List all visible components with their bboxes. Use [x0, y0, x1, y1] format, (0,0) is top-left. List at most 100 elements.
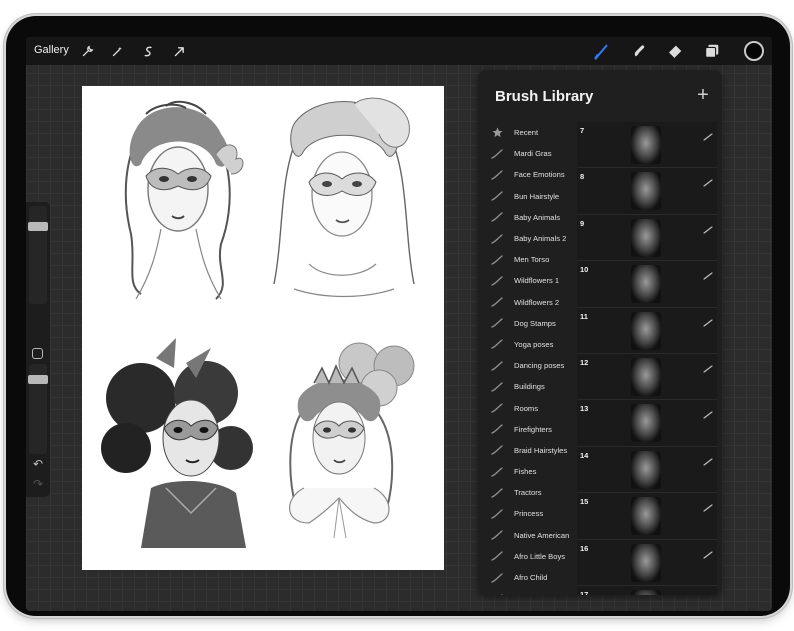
brush-stroke-icon [703, 221, 713, 234]
brush-list: 7 8 9 10 11 12 13 14 15 16 17 [577, 122, 717, 595]
brush-stamp-preview [631, 404, 661, 443]
undo-icon[interactable]: ↶ [30, 457, 46, 473]
top-toolbar: Gallery [26, 37, 772, 65]
brush-set-item[interactable]: Yoga poses [478, 334, 576, 355]
brush-set-item[interactable]: Buildings [478, 376, 576, 397]
brush-stamp-preview [631, 126, 661, 164]
brush-set-item[interactable]: Fishes [478, 461, 576, 482]
brush-stamp-preview [631, 172, 661, 211]
brush-stroke-icon [703, 128, 713, 141]
brush-stroke-icon [491, 381, 503, 393]
brush-number: 10 [580, 265, 589, 275]
add-brush-set-button[interactable]: + [692, 84, 714, 106]
brush-item[interactable]: 16 [577, 539, 717, 586]
brush-item[interactable]: 10 [577, 261, 717, 308]
brush-stroke-icon [491, 296, 503, 308]
brush-set-item[interactable]: Tractors [478, 482, 576, 503]
brush-stamp-preview [631, 543, 661, 582]
brush-stroke-icon [491, 233, 503, 245]
eraser-icon[interactable] [665, 41, 685, 61]
brush-stroke-icon [491, 275, 503, 287]
layers-icon[interactable] [702, 41, 722, 61]
wrench-icon[interactable] [78, 42, 96, 60]
drawing-canvas[interactable] [82, 86, 444, 570]
brush-set-item[interactable]: Baby Animals [478, 207, 576, 228]
brush-set-label: Men Torso [514, 255, 550, 265]
brush-stroke-icon [491, 402, 503, 414]
brush-set-item[interactable]: Wildflowers 1 [478, 270, 576, 291]
brush-icon[interactable] [592, 41, 612, 61]
brush-stroke-icon [703, 592, 713, 595]
brush-set-label: Braid Hairstyles [514, 445, 568, 455]
brush-item[interactable]: 13 [577, 400, 717, 447]
brush-set-item[interactable]: Princess [478, 503, 576, 524]
brush-stroke-icon [703, 453, 713, 466]
brush-set-item[interactable]: Baby Animals 2 [478, 228, 576, 249]
procreate-screen: Gallery ↶ ↷ Brush Library + Recent Mardi… [26, 37, 772, 611]
brush-stroke-icon [491, 593, 503, 595]
brush-item[interactable]: 8 [577, 168, 717, 215]
brush-size-thumb[interactable] [28, 222, 48, 231]
brush-number: 12 [580, 357, 589, 367]
brush-library-panel: Brush Library + Recent Mardi Gras Face Emo… [478, 70, 722, 595]
brush-set-label: Wildflowers 2 [514, 297, 560, 307]
brush-set-item[interactable]: Native American [478, 525, 576, 546]
brush-set-label: Firefighters [514, 424, 552, 434]
brush-stroke-icon [491, 423, 503, 435]
brush-item[interactable]: 14 [577, 446, 717, 494]
brush-set-label: Dog Stamps [514, 318, 556, 328]
brush-item[interactable]: 12 [577, 353, 717, 401]
smudge-icon[interactable] [629, 41, 649, 61]
redo-icon[interactable]: ↷ [30, 477, 46, 493]
brush-stroke-icon [703, 360, 713, 373]
brush-set-item[interactable]: Black M... [478, 588, 576, 595]
brush-set-item[interactable]: Face Emotions [478, 164, 576, 185]
brush-set-label: Baby Animals 2 [514, 234, 567, 244]
brush-stroke-icon [703, 267, 713, 280]
brush-stroke-icon [491, 487, 503, 499]
color-picker-swatch[interactable] [744, 41, 764, 61]
modify-button[interactable] [32, 348, 43, 359]
brush-set-item[interactable]: Wildflowers 2 [478, 292, 576, 313]
selection-icon[interactable] [139, 42, 157, 60]
brush-stroke-icon [703, 406, 713, 419]
masked-woman-illustration-1 [124, 100, 244, 300]
brush-set-item[interactable]: Braid Hairstyles [478, 440, 576, 461]
brush-set-label: Buildings [514, 382, 545, 392]
brush-set-label: Afro Little Boys [514, 551, 566, 561]
brush-set-item[interactable]: Afro Little Boys [478, 546, 576, 567]
brush-number: 16 [580, 543, 589, 553]
brush-item[interactable]: 15 [577, 493, 717, 540]
brush-set-item[interactable]: Rooms [478, 397, 576, 418]
brush-set-item[interactable]: Mardi Gras [478, 143, 576, 164]
brush-item[interactable]: 17 [577, 585, 717, 595]
brush-set-item[interactable]: Firefighters [478, 419, 576, 440]
gallery-button[interactable]: Gallery [34, 44, 69, 56]
brush-set-label: Face Emotions [514, 170, 565, 180]
brush-set-item[interactable]: Recent [478, 122, 576, 143]
brush-item[interactable]: 11 [577, 307, 717, 354]
brush-stroke-icon [491, 508, 503, 520]
masked-woman-illustration-3 [101, 338, 253, 548]
brush-stamp-preview [631, 311, 661, 350]
brush-stroke-icon [491, 338, 503, 350]
brush-size-slider[interactable] [29, 206, 47, 304]
brush-stamp-preview [631, 357, 661, 396]
opacity-thumb[interactable] [28, 375, 48, 384]
brush-stamp-preview [631, 218, 661, 257]
brush-set-label: Wildflowers 1 [514, 276, 560, 286]
brush-set-item[interactable]: Afro Child [478, 567, 576, 588]
brush-set-item[interactable]: Bun Hairstyle [478, 186, 576, 207]
transform-arrow-icon[interactable] [170, 42, 188, 60]
brush-set-item[interactable]: Dog Stamps [478, 313, 576, 334]
magic-wand-icon[interactable] [108, 42, 126, 60]
brush-stroke-icon [491, 148, 503, 160]
brush-item[interactable]: 9 [577, 214, 717, 262]
brush-set-item[interactable]: Men Torso [478, 249, 576, 270]
brush-set-item[interactable]: Dancing poses [478, 355, 576, 376]
ipad-device: Gallery ↶ ↷ Brush Library + Recent Mardi… [6, 16, 790, 616]
brush-stroke-icon [491, 550, 503, 562]
brush-stamp-preview [631, 450, 661, 489]
brush-stroke-icon [491, 211, 503, 223]
brush-item[interactable]: 7 [577, 122, 717, 169]
